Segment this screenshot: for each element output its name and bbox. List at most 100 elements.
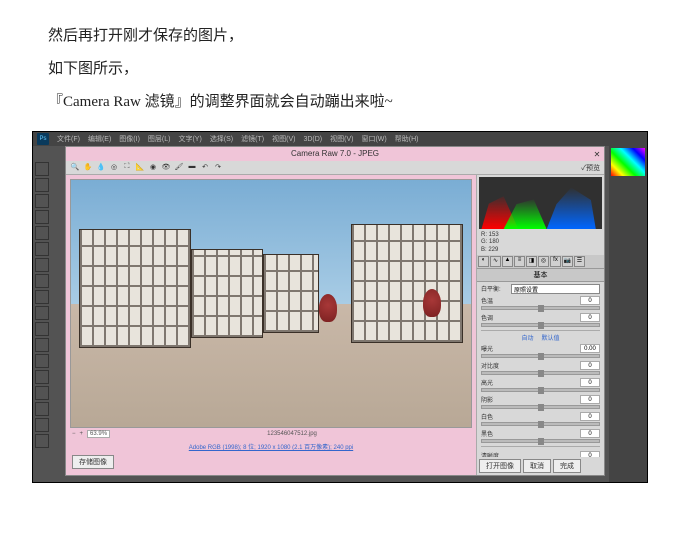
blacks-slider[interactable] (481, 439, 600, 443)
shadows-value[interactable]: 0 (580, 395, 600, 404)
slider-tint: 色调0 (481, 313, 600, 327)
menu-layer[interactable]: 图层(L) (148, 134, 171, 144)
lens-tab-icon[interactable]: ◎ (538, 256, 549, 267)
contrast-value[interactable]: 0 (580, 361, 600, 370)
graduated-filter-icon[interactable]: ▬ (187, 163, 197, 173)
highlights-value[interactable]: 0 (580, 378, 600, 387)
default-link[interactable]: 默认值 (542, 333, 560, 342)
rotate-cw-icon[interactable]: ↷ (213, 163, 223, 173)
cancel-button[interactable]: 取消 (523, 459, 551, 473)
cr-title: Camera Raw 7.0 - JPEG (291, 149, 379, 158)
zoom-out-icon[interactable]: − (72, 431, 76, 437)
color-sampler-icon[interactable]: ◎ (109, 163, 119, 173)
contrast-slider[interactable] (481, 371, 600, 375)
wand-tool-icon[interactable] (35, 210, 49, 224)
menu-type[interactable]: 文字(Y) (178, 134, 201, 144)
slider-highlights: 高光0 (481, 378, 600, 392)
readout-b: B: 229 (481, 247, 600, 254)
tint-value[interactable]: 0 (580, 313, 600, 322)
marquee-tool-icon[interactable] (35, 178, 49, 192)
adjustment-brush-icon[interactable]: 🖌 (174, 163, 184, 173)
rgb-readout: R: 153 G: 180 B: 229 (477, 231, 604, 255)
image-metadata-link[interactable]: Adobe RGB (1998); 8 位; 1920 x 1080 (2.1 … (70, 440, 472, 453)
caption-line-3: 『Camera Raw 滤镜』的调整界面就会自动蹦出来啦~ (48, 86, 632, 119)
presets-tab-icon[interactable]: ☰ (574, 256, 585, 267)
camera-tab-icon[interactable]: 📷 (562, 256, 573, 267)
ps-toolbox (33, 160, 51, 480)
menu-view2[interactable]: 视图(V) (330, 134, 353, 144)
menu-edit[interactable]: 编辑(E) (88, 134, 111, 144)
menu-select[interactable]: 选择(S) (210, 134, 233, 144)
cr-toolbar: 🔍 ✋ 💧 ◎ ⛶ 📐 ◉ 👁 🖌 ▬ ↶ ↷ ✓预览 (66, 161, 604, 175)
path-tool-icon[interactable] (35, 418, 49, 432)
stamp-tool-icon[interactable] (35, 290, 49, 304)
gradient-tool-icon[interactable] (35, 338, 49, 352)
menu-filter[interactable]: 滤镜(T) (241, 134, 264, 144)
redeye-icon[interactable]: 👁 (161, 163, 171, 173)
wb-label: 白平衡: (481, 284, 509, 293)
temperature-slider[interactable] (481, 306, 600, 310)
temperature-value[interactable]: 0 (580, 296, 600, 305)
preview-image[interactable] (70, 179, 472, 428)
lasso-tool-icon[interactable] (35, 194, 49, 208)
slider-temperature: 色温0 (481, 296, 600, 310)
wb-tool-icon[interactable]: 💧 (96, 163, 106, 173)
adjustment-tabs: ◐ ∿ ▲ ≡ ◨ ◎ fx 📷 ☰ (477, 255, 604, 269)
slider-blacks: 黑色0 (481, 429, 600, 443)
basic-tab-icon[interactable]: ◐ (478, 256, 489, 267)
detail-tab-icon[interactable]: ▲ (502, 256, 513, 267)
auto-link[interactable]: 自动 (521, 333, 533, 342)
whites-slider[interactable] (481, 422, 600, 426)
heal-tool-icon[interactable] (35, 258, 49, 272)
menu-help[interactable]: 帮助(H) (395, 134, 419, 144)
crop-icon[interactable]: ⛶ (122, 163, 132, 173)
whites-value[interactable]: 0 (580, 412, 600, 421)
histogram[interactable] (479, 177, 602, 229)
pen-tool-icon[interactable] (35, 386, 49, 400)
brush-tool-icon[interactable] (35, 274, 49, 288)
color-panel[interactable] (611, 148, 645, 176)
done-button[interactable]: 完成 (553, 459, 581, 473)
rotate-ccw-icon[interactable]: ↶ (200, 163, 210, 173)
zoom-tool-icon[interactable]: 🔍 (70, 163, 80, 173)
history-brush-icon[interactable] (35, 306, 49, 320)
shape-tool-icon[interactable] (35, 434, 49, 448)
menu-view[interactable]: 视图(V) (272, 134, 295, 144)
hsl-tab-icon[interactable]: ≡ (514, 256, 525, 267)
spot-removal-icon[interactable]: ◉ (148, 163, 158, 173)
zoom-in-icon[interactable]: + (80, 431, 84, 437)
curve-tab-icon[interactable]: ∿ (490, 256, 501, 267)
open-image-button[interactable]: 打开图像 (479, 459, 521, 473)
straighten-icon[interactable]: 📐 (135, 163, 145, 173)
blacks-value[interactable]: 0 (580, 429, 600, 438)
menu-file[interactable]: 文件(F) (57, 134, 80, 144)
save-image-button[interactable]: 存储图像 (72, 455, 114, 469)
split-tab-icon[interactable]: ◨ (526, 256, 537, 267)
crop-tool-icon[interactable] (35, 226, 49, 240)
dodge-tool-icon[interactable] (35, 370, 49, 384)
filename-label: 123546047512.jpg (114, 431, 470, 437)
photoshop-window: Ps 文件(F) 编辑(E) 图像(I) 图层(L) 文字(Y) 选择(S) 滤… (32, 131, 648, 483)
ps-panels (609, 146, 647, 483)
zoom-level[interactable]: 63.9% (87, 430, 110, 438)
close-icon[interactable]: ✕ (592, 148, 602, 158)
blur-tool-icon[interactable] (35, 354, 49, 368)
tint-slider[interactable] (481, 323, 600, 327)
move-tool-icon[interactable] (35, 162, 49, 176)
fx-tab-icon[interactable]: fx (550, 256, 561, 267)
hand-tool-icon[interactable]: ✋ (83, 163, 93, 173)
wb-select[interactable]: 原照设置 (511, 284, 600, 294)
cr-preview-pane: − + 63.9% 123546047512.jpg Adobe RGB (19… (66, 175, 476, 475)
menu-3d[interactable]: 3D(D) (303, 136, 322, 143)
slider-whites: 白色0 (481, 412, 600, 426)
eraser-tool-icon[interactable] (35, 322, 49, 336)
menu-image[interactable]: 图像(I) (119, 134, 140, 144)
shadows-slider[interactable] (481, 405, 600, 409)
text-tool-icon[interactable] (35, 402, 49, 416)
preview-checkbox[interactable]: ✓预览 (581, 163, 600, 173)
eyedropper-tool-icon[interactable] (35, 242, 49, 256)
exposure-slider[interactable] (481, 354, 600, 358)
exposure-value[interactable]: 0.00 (580, 344, 600, 353)
highlights-slider[interactable] (481, 388, 600, 392)
menu-window[interactable]: 窗口(W) (361, 134, 386, 144)
